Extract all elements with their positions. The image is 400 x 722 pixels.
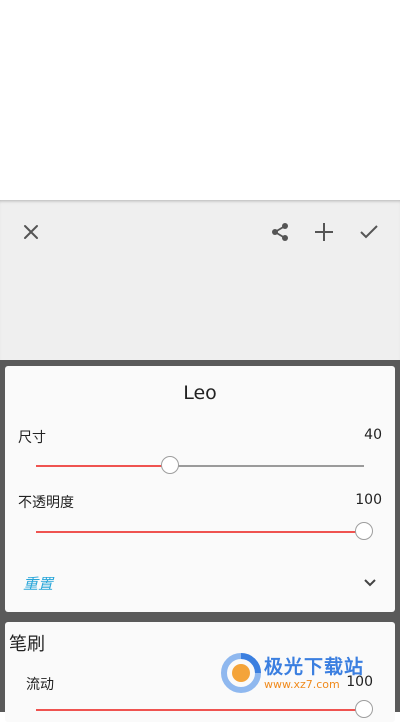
reset-button[interactable]: 重置 bbox=[23, 573, 53, 594]
size-slider[interactable] bbox=[36, 456, 364, 476]
watermark-name: 极光下载站 bbox=[264, 656, 365, 678]
flow-slider-fill bbox=[36, 709, 364, 711]
opacity-slider-fill bbox=[36, 531, 364, 533]
watermark: 极光下载站 www.xz7.com bbox=[220, 652, 380, 696]
opacity-slider[interactable] bbox=[36, 522, 373, 542]
brush-name-title: Leo bbox=[183, 382, 217, 404]
size-slider-fill bbox=[36, 465, 171, 467]
top-toolbar bbox=[0, 200, 400, 360]
share-button[interactable] bbox=[266, 218, 294, 246]
opacity-slider-thumb[interactable] bbox=[355, 522, 373, 540]
flow-label: 流动 bbox=[26, 677, 54, 693]
brush-section-title: 笔刷 bbox=[9, 634, 45, 655]
size-slider-thumb[interactable] bbox=[161, 456, 180, 474]
confirm-button[interactable] bbox=[355, 218, 383, 246]
flow-slider[interactable] bbox=[36, 700, 373, 720]
watermark-logo-icon bbox=[221, 653, 261, 693]
chevron-down-icon bbox=[364, 579, 376, 587]
add-button[interactable] bbox=[310, 218, 338, 246]
opacity-label: 不透明度 bbox=[18, 495, 74, 511]
close-button[interactable] bbox=[17, 218, 45, 246]
size-value: 40 bbox=[364, 427, 382, 443]
plus-icon bbox=[315, 223, 333, 241]
expand-button[interactable] bbox=[361, 574, 379, 592]
flow-slider-thumb[interactable] bbox=[355, 700, 373, 718]
opacity-value: 100 bbox=[355, 492, 382, 508]
check-icon bbox=[360, 225, 378, 239]
size-label: 尺寸 bbox=[18, 430, 46, 446]
share-icon bbox=[272, 223, 288, 241]
canvas-area[interactable] bbox=[0, 0, 400, 200]
close-icon bbox=[24, 225, 38, 239]
watermark-url: www.xz7.com bbox=[264, 678, 340, 691]
brush-settings-card: Leo 尺寸 40 不透明度 100 重置 bbox=[5, 366, 395, 612]
